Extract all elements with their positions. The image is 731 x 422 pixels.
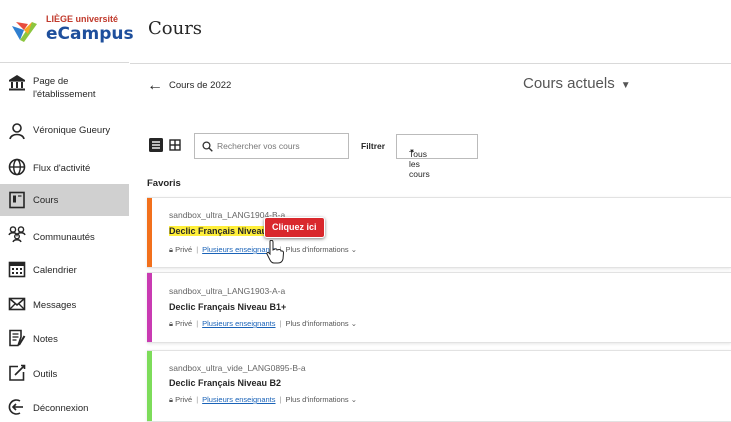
current-courses-dropdown[interactable]: Cours actuels ▼ [523, 75, 631, 92]
course-name-link[interactable]: Declic Français Niveau B1+ [169, 302, 286, 312]
current-courses-label: Cours actuels [523, 75, 615, 92]
course-search-input[interactable]: Rechercher vos cours [194, 133, 349, 159]
globe-icon [8, 158, 26, 176]
sidebar-item-label: Messages [33, 300, 77, 311]
sidebar-item-communities[interactable]: Communautés [0, 221, 129, 251]
course-name: Declic Français Niveau B1+ [169, 302, 287, 312]
envelope-icon [8, 297, 26, 311]
sidebar-item-label: Notes [33, 334, 58, 345]
ecampus-logo[interactable]: LIÈGE université eCampus [10, 12, 134, 46]
lock-icon: 🔒︎ [169, 319, 173, 328]
instructors-link[interactable]: Plusieurs enseignants [202, 319, 275, 328]
page-title: Cours [148, 18, 203, 39]
previous-courses-link[interactable]: ← Cours de 2022 [147, 77, 231, 95]
search-icon [202, 141, 213, 152]
sidebar-item-messages[interactable]: Messages [0, 290, 129, 320]
sidebar-item-label: Outils [33, 369, 58, 380]
arrow-left-icon: ← [147, 77, 163, 94]
search-placeholder: Rechercher vos cours [217, 141, 300, 151]
lock-icon: 🔒︎ [169, 395, 173, 404]
lock-icon: 🔒︎ [169, 245, 173, 254]
sidebar: LIÈGE université eCampus Page de l'établ… [0, 0, 134, 415]
tutorial-callout: Cliquez ici [264, 217, 325, 238]
tools-icon [9, 364, 26, 381]
favorites-heading: Favoris [147, 178, 181, 189]
previous-courses-label: Cours de 2022 [169, 80, 232, 91]
chevron-down-icon: ⌄ [350, 245, 358, 254]
logout-icon [8, 399, 23, 415]
sidebar-item-label: Véronique Gueury [33, 125, 111, 136]
course-color-stripe [147, 198, 152, 267]
logo-university-text: LIÈGE université [46, 14, 119, 24]
sidebar-item-tools[interactable]: Outils [0, 359, 129, 389]
sidebar-divider [0, 62, 129, 63]
course-id: sandbox_ultra_LANG1903-A-a [169, 286, 286, 296]
sidebar-item-label: Cours [33, 195, 59, 206]
more-info-link[interactable]: Plus d'informations [285, 395, 348, 404]
course-card[interactable]: sandbox_ultra_vide_LANG0895-B-a Declic F… [147, 350, 731, 422]
calendar-icon [8, 261, 26, 278]
sidebar-item-logout[interactable]: Déconnexion [0, 393, 129, 415]
sidebar-item-courses[interactable]: Cours [0, 184, 129, 216]
grid-view-button[interactable] [168, 138, 182, 152]
sidebar-item-label: Déconnexion [33, 403, 89, 414]
list-view-button[interactable] [149, 138, 163, 152]
privacy-label: Privé [175, 319, 193, 328]
community-icon [8, 226, 26, 243]
more-info-link[interactable]: Plus d'informations [285, 319, 348, 328]
course-name-link[interactable]: Declic Français Niveau B2 [169, 378, 281, 388]
course-color-stripe [147, 351, 152, 421]
sidebar-item-label: Page de l'établissement [33, 76, 96, 100]
chevron-down-icon: ⌄ [350, 319, 358, 328]
course-color-stripe [147, 273, 152, 342]
sidebar-item-label: Flux d'activité [33, 163, 91, 174]
sidebar-item-label: Communautés [33, 232, 95, 243]
institution-icon [9, 75, 25, 91]
privacy-label: Privé [175, 395, 193, 404]
caret-down-icon: ▼ [620, 80, 631, 91]
sidebar-item-profile[interactable]: Véronique Gueury [0, 118, 129, 148]
logo-ecampus-text: eCampus [46, 24, 134, 44]
course-id: sandbox_ultra_vide_LANG0895-B-a [169, 363, 306, 373]
hand-pointer-icon [266, 240, 284, 264]
user-icon [9, 123, 25, 140]
caret-down-icon: ▼ [409, 149, 415, 155]
filter-select[interactable]: Tous les cours ▼ [396, 134, 478, 179]
privacy-label: Privé [175, 245, 193, 254]
sidebar-item-label: Calendrier [33, 265, 77, 276]
course-icon [9, 191, 25, 209]
logo-icon [12, 22, 37, 42]
sidebar-item-grades[interactable]: Notes [0, 324, 129, 354]
course-card[interactable]: sandbox_ultra_LANG1903-A-a Declic França… [147, 272, 731, 343]
instructors-link[interactable]: Plusieurs enseignants [202, 395, 275, 404]
chevron-down-icon: ⌄ [350, 395, 358, 404]
header-divider [130, 63, 731, 64]
filter-label: Filtrer [361, 141, 386, 151]
instructors-link[interactable]: Plusieurs enseignants [202, 245, 275, 254]
course-name-highlighted: Declic Français Niveau [169, 226, 270, 236]
sidebar-item-activity[interactable]: Flux d'activité [0, 153, 129, 183]
grades-icon [9, 329, 26, 347]
sidebar-item-calendar[interactable]: Calendrier [0, 255, 129, 285]
course-card[interactable]: sandbox_ultra_LANG1904-B-a Declic França… [147, 197, 731, 268]
sidebar-item-institution[interactable]: Page de l'établissement [0, 70, 129, 110]
course-name: Declic Français Niveau B2 [169, 378, 282, 388]
more-info-link[interactable]: Plus d'informations [285, 245, 348, 254]
